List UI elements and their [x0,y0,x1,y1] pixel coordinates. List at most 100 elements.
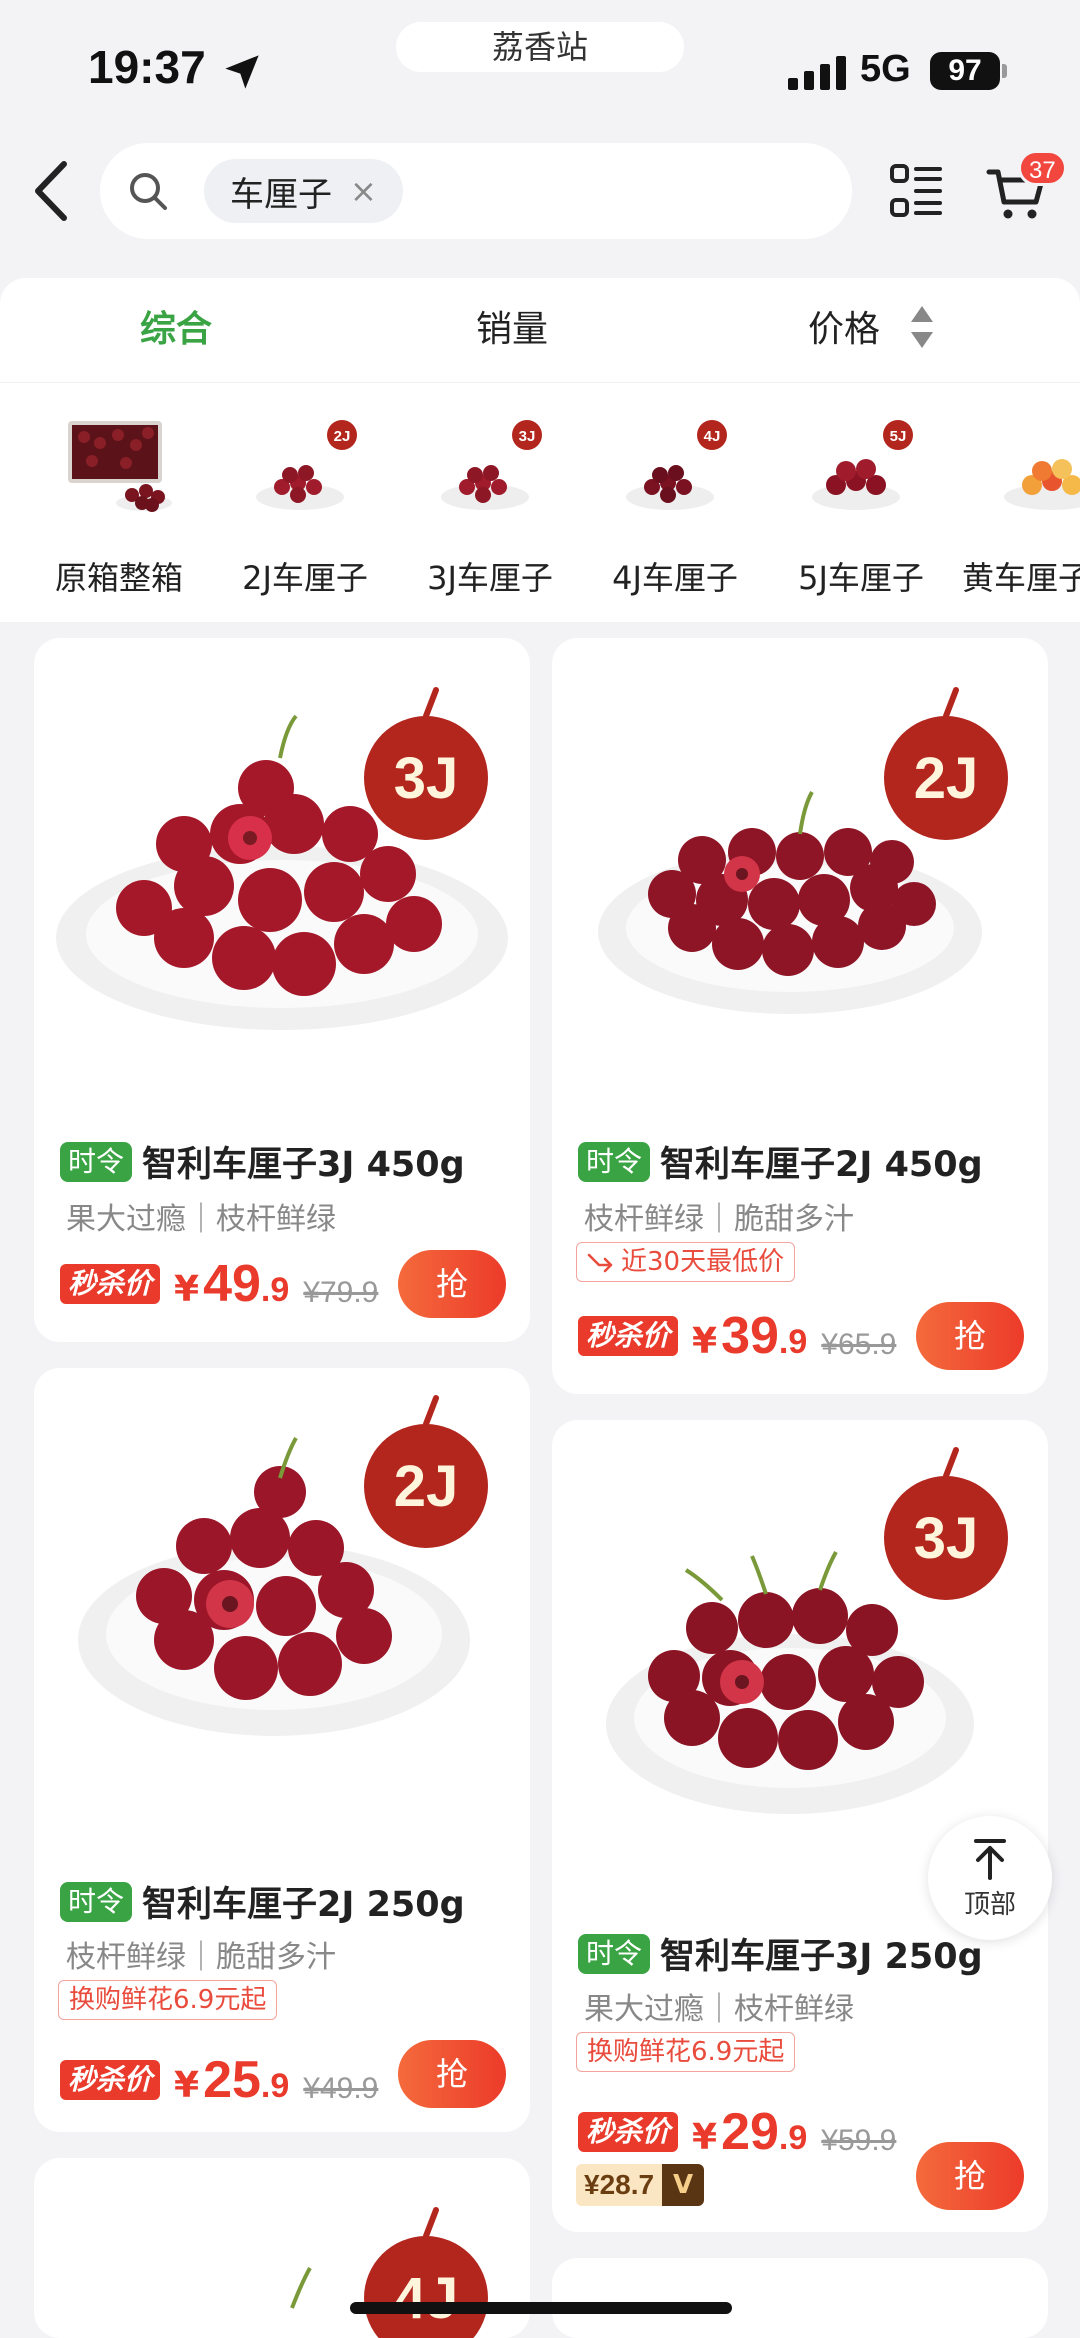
season-tag: 时令 [578,1933,651,1974]
category-item[interactable]: 5J 5J车厘子 [776,383,946,622]
search-bar[interactable]: 车厘子 × [100,143,852,239]
original-price: ¥65.9 [821,1328,897,1361]
cherry-plate-image: 5J [812,420,913,510]
category-badge: 5J [890,428,907,445]
flash-sale-tag: 秒杀价 [60,1264,161,1304]
arrow-up-icon [974,1839,1006,1880]
product-title: 时令 智利车厘子3J 450g [60,1136,465,1187]
app-island[interactable]: 荔香站 [396,22,684,72]
currency-symbol: ¥ [174,2065,200,2106]
product-subtitle: 枝杆鲜绿｜脆甜多汁 [66,1940,336,1975]
tab-price[interactable]: 价格 [808,278,880,382]
back-button[interactable] [30,158,74,224]
cherry-box-image [68,421,172,512]
category-badge: 2J [334,428,351,445]
grade-badge: 3J [394,746,459,811]
cart-badge: 37 [1018,150,1067,186]
season-tag: 时令 [60,1141,133,1182]
status-bar: 19:37 荔香站 5G 97 [0,0,1080,140]
back-to-top-label: 顶部 [963,1890,1016,1920]
grade-badge: 2J [394,1454,459,1519]
network-type: 5G [860,48,911,90]
tab-comprehensive[interactable]: 综合 [140,278,212,382]
category-item[interactable]: 原箱整箱 [34,383,204,622]
price-integer: 25 [203,2051,261,2109]
category-label: 5J车厘子 [798,559,924,597]
promo-tag: 近30天最低价 [576,1242,796,1282]
promo-text: 近30天最低价 [621,1247,785,1277]
cherry-plate-image: 4J [626,420,727,510]
tab-sales[interactable]: 销量 [476,278,548,382]
season-tag: 时令 [60,1881,133,1922]
price-decimal: .9 [778,1323,808,1361]
grab-button[interactable]: 抢 [398,1250,506,1318]
grade-badge: 4J [394,2266,459,2331]
currency-symbol: ¥ [692,2117,718,2158]
product-name: 智利车厘子3J 450g [142,1145,465,1185]
category-item[interactable]: 黄车厘子 [962,383,1080,622]
price-decimal: .9 [260,2067,290,2105]
price-decimal: .9 [260,1271,290,1309]
product-name: 智利车厘子3J 250g [660,1937,983,1977]
grab-button[interactable]: 抢 [916,2142,1024,2210]
cherry-plate-image: 3J [441,420,542,510]
category-label: 4J车厘子 [612,559,738,597]
yellow-cherry-image [1004,459,1080,510]
currency-symbol: ¥ [692,1321,718,1362]
sort-arrows-icon[interactable] [908,304,936,350]
promo-tag: 换购鲜花6.9元起 [576,2032,796,2072]
status-time: 19:37 [88,41,206,93]
product-title: 时令 智利车厘子3J 250g [578,1928,983,1979]
category-item[interactable]: 3J 3J车厘子 [405,383,575,622]
category-label: 2J车厘子 [242,559,368,597]
member-price-value: ¥28.7 [576,2164,663,2206]
promo-tag: 换购鲜花6.9元起 [58,1980,278,2020]
back-to-top-button[interactable]: 顶部 [928,1816,1052,1940]
category-item[interactable]: 2J 2J车厘子 [220,383,390,622]
member-v-icon: V [662,2164,705,2206]
cherry-plate-image: 2J [256,420,357,510]
product-card[interactable]: 2J 时令 智利车厘子2J 450g 枝杆鲜绿｜脆甜多汁 近30天最低价 秒杀价… [552,638,1048,1394]
product-card[interactable]: 3J 时令 智利车厘子3J 450g 果大过瘾｜枝杆鲜绿 秒杀价 ¥ 49 .9… [34,638,530,1342]
grab-button[interactable]: 抢 [916,1302,1024,1370]
product-name: 智利车厘子2J 450g [660,1145,983,1185]
product-subtitle: 枝杆鲜绿｜脆甜多汁 [584,1202,854,1237]
battery-level: 97 [930,52,1000,90]
product-image: 2J [598,687,1008,1014]
original-price: ¥49.9 [303,2072,379,2105]
price-integer: 29 [721,2103,779,2161]
grade-badge: 2J [914,746,979,811]
product-title: 时令 智利车厘子2J 450g [578,1136,983,1187]
category-label: 3J车厘子 [427,559,553,597]
product-image: 2J [78,1395,488,1736]
product-image: 3J [56,687,508,1030]
price-row: 秒杀价 ¥ 25 .9 ¥49.9 [60,2054,378,2106]
season-tag: 时令 [578,1141,651,1182]
product-name: 智利车厘子2J 250g [142,1885,465,1925]
product-subtitle: 果大过瘾｜枝杆鲜绿 [66,1202,336,1237]
category-badge: 4J [704,428,721,445]
search-chip[interactable]: 车厘子 × [204,159,403,223]
category-label: 黄车厘子 [962,559,1080,597]
category-item[interactable]: 4J 4J车厘子 [590,383,760,622]
category-badge: 3J [519,428,536,445]
product-card[interactable]: 2J 时令 智利车厘子2J 250g 枝杆鲜绿｜脆甜多汁 换购鲜花6.9元起 秒… [34,1368,530,2132]
currency-symbol: ¥ [174,1269,200,1310]
battery-cap [1002,64,1007,78]
grade-badge: 3J [914,1506,979,1571]
flash-sale-tag: 秒杀价 [578,1316,679,1356]
down-trend-icon [587,1253,613,1273]
search-chip-text: 车厘子 [230,174,332,215]
home-indicator[interactable] [350,2302,732,2314]
list-icon[interactable] [890,163,942,219]
search-icon [130,173,167,210]
close-icon[interactable]: × [350,172,377,210]
price-row: 秒杀价 ¥ 29 .9 ¥59.9 [578,2106,896,2158]
product-title: 时令 智利车厘子2J 250g [60,1876,465,1927]
product-card[interactable] [552,2258,1048,2338]
flash-sale-tag: 秒杀价 [60,2060,161,2100]
price-integer: 49 [203,1255,261,1313]
product-subtitle: 果大过瘾｜枝杆鲜绿 [584,1992,854,2027]
price-row: 秒杀价 ¥ 49 .9 ¥79.9 [60,1258,378,1310]
grab-button[interactable]: 抢 [398,2040,506,2108]
